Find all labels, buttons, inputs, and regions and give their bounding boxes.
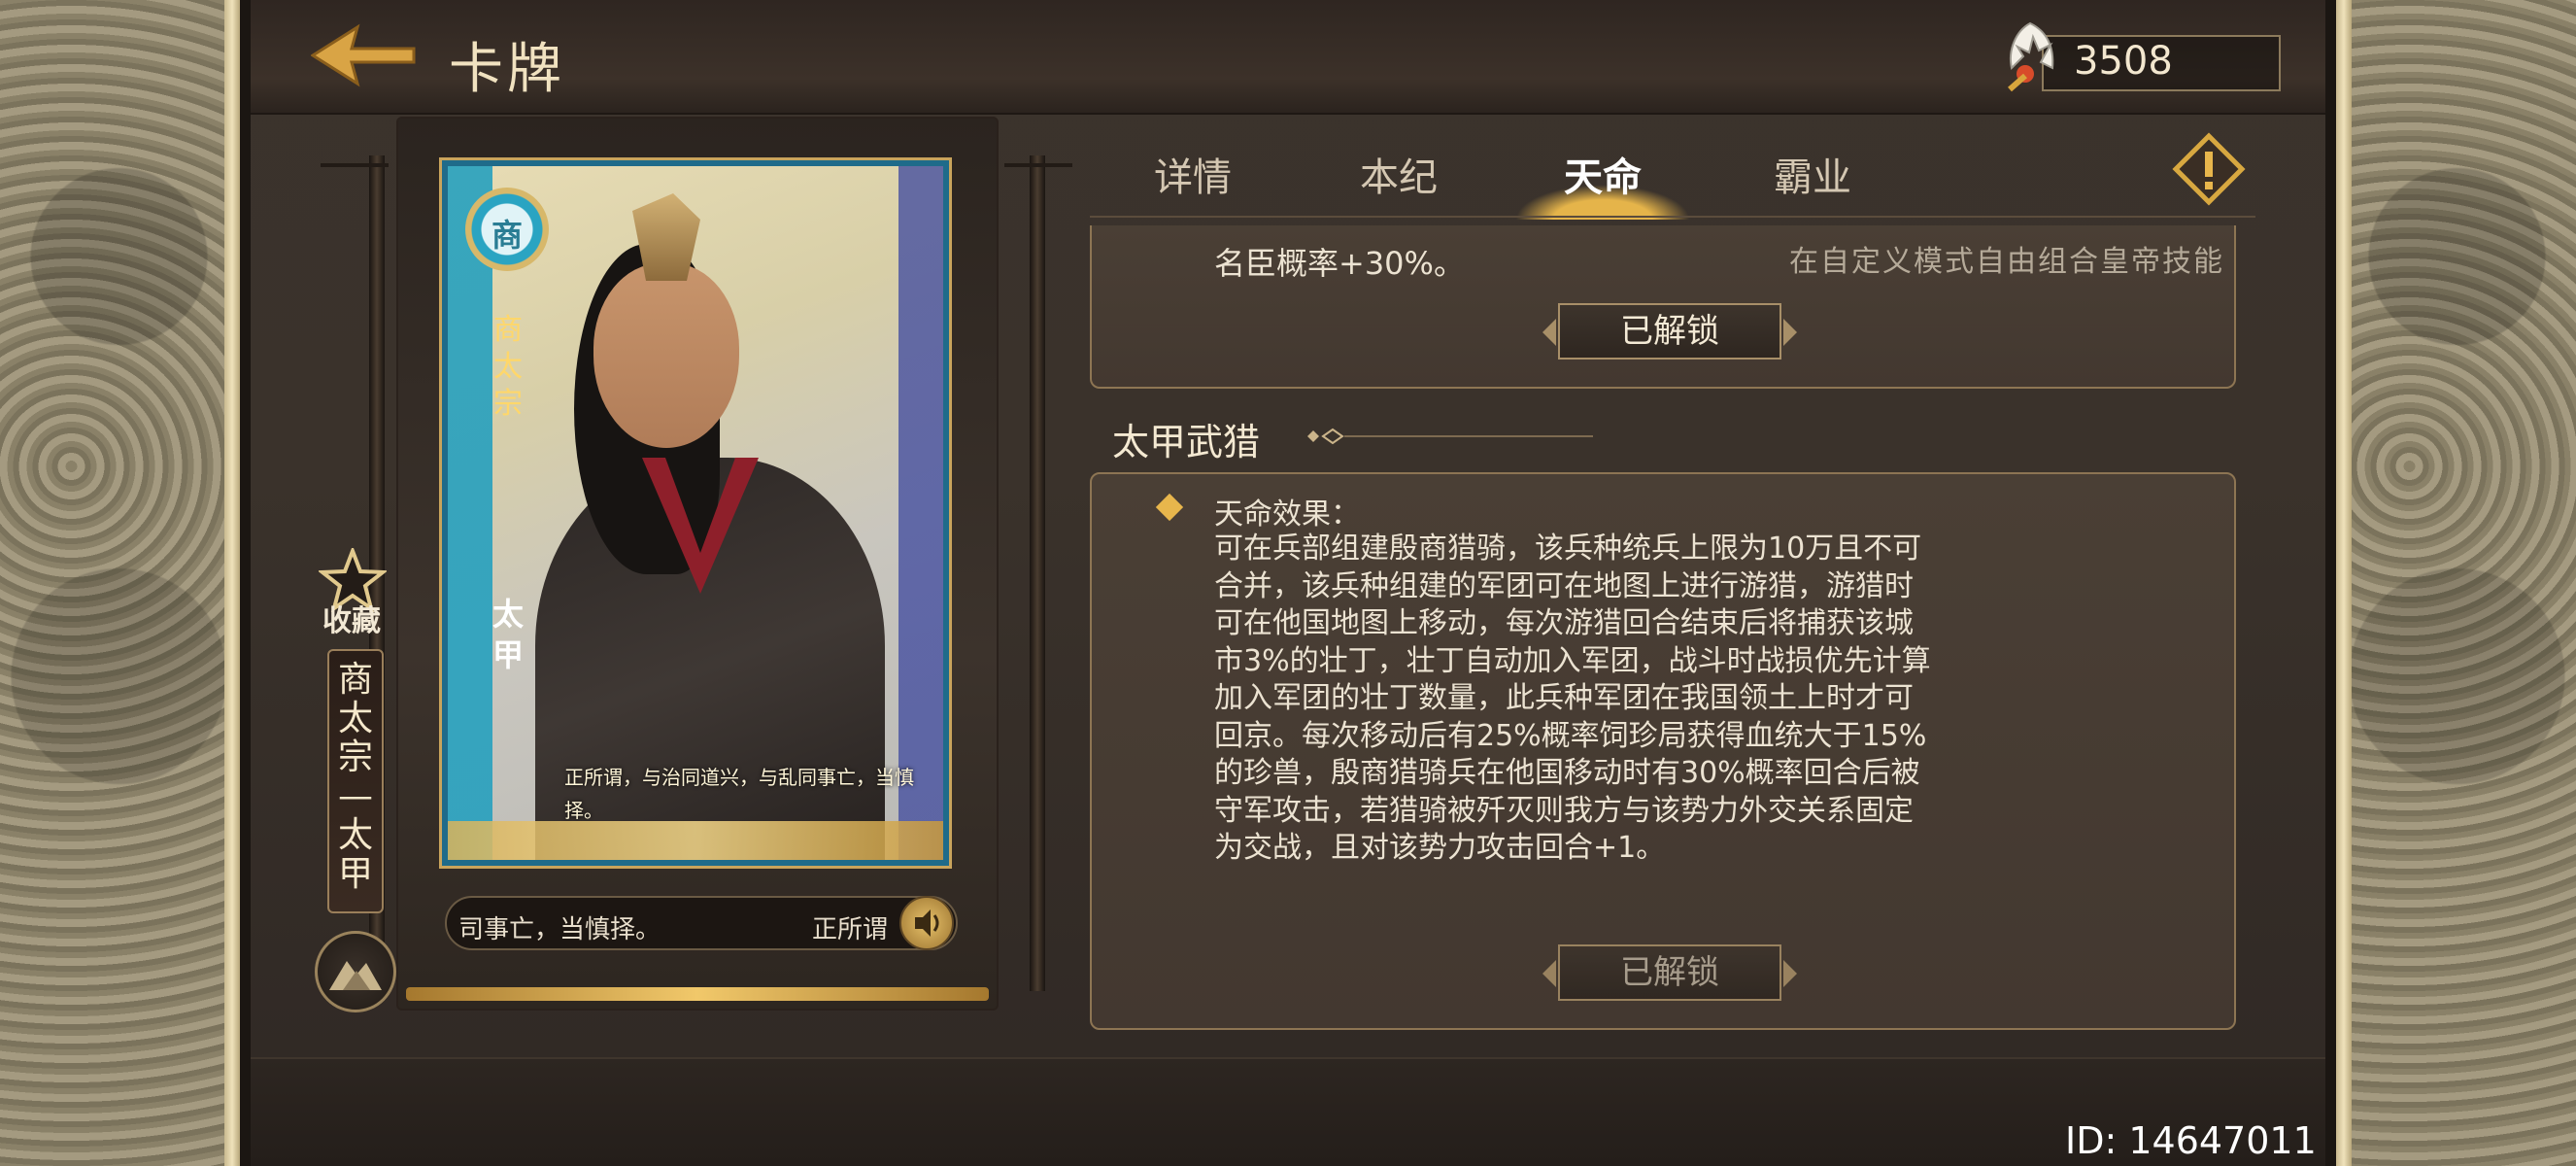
effect-label: 天命效果： (1214, 497, 1360, 532)
effect-line: 守军攻击，若猎骑被歼灭则我方与该势力外交关系固定 (1214, 793, 1914, 828)
voice-line-text: 司事亡，当慎择。 (458, 915, 661, 944)
card-gold-trim (448, 821, 943, 860)
speaker-icon[interactable] (899, 896, 954, 950)
card-art: 商 商太宗 太甲 正所谓，与治同道兴，与乱同事亡，当慎择。 (448, 166, 943, 860)
player-id: ID: 14647011 (2065, 1119, 2317, 1162)
card-progress-bar (406, 987, 989, 1001)
entry-title: 太甲武猎 (1112, 421, 1261, 463)
frame-cap-left (321, 148, 389, 167)
bottom-bar (251, 1057, 2325, 1166)
effect-line: 合并，该兵种组建的军团可在地图上进行游猎，游猎时 (1214, 568, 1914, 603)
feather-currency-icon (1996, 17, 2064, 93)
back-arrow-icon[interactable] (310, 21, 418, 89)
effect-line: 可在他国地图上移动，每次游猎回合结束后将捕获该城 (1214, 606, 1914, 640)
effect-line: 加入军团的壮丁数量，此兵种军团在我国领土上时才可 (1214, 681, 1914, 715)
previous-bonus-text: 名臣概率+30%。 (1214, 245, 1465, 282)
title-ornament (1302, 428, 1593, 445)
page-title: 卡牌 (449, 38, 565, 101)
tab-divider (1090, 216, 2255, 218)
left-ornament-panel (0, 0, 240, 1166)
tab-hegemony[interactable]: 霸业 (1774, 146, 1851, 202)
effect-line: 市3%的壮丁，壮丁自动加入军团，战斗时战损优先计算 (1214, 643, 1931, 678)
tab-annals[interactable]: 本纪 (1360, 146, 1438, 202)
card-quote: 正所谓，与治同道兴，与乱同事亡，当慎择。 (564, 766, 914, 822)
effect-line: 为交战，且对该势力攻击回合+1。 (1214, 831, 1666, 865)
frame-cap-right (1004, 148, 1072, 167)
dynasty-seal-char: 商 (491, 217, 523, 254)
favorite-label[interactable]: 收藏 (322, 597, 381, 639)
unlocked-button[interactable]: 已解锁 (1542, 944, 1797, 1001)
unlocked-button[interactable]: 已解锁 (1542, 303, 1797, 360)
frame-post-right (1030, 155, 1045, 991)
right-ornament-panel (2336, 0, 2576, 1166)
mountain-icon[interactable] (315, 931, 396, 1012)
currency-value: 3508 (2074, 39, 2173, 84)
emperor-name-text: 商太宗—太甲 (337, 660, 373, 894)
effect-description: 可在兵部组建殷商猎骑，该兵种统兵上限为10万且不可 合并，该兵种组建的军团可在地… (1214, 531, 2088, 868)
card-name-label: 太甲 (491, 596, 524, 673)
tab-details[interactable]: 详情 (1154, 146, 1232, 202)
card-dynasty-label: 商太宗 (493, 313, 523, 421)
dynasty-seal-icon: 商 (465, 188, 549, 271)
voice-line-text-tail: 正所谓 (812, 915, 889, 944)
effect-line: 回京。每次移动后有25%概率饲珍局获得血统大于15% (1214, 718, 1927, 753)
custom-mode-hint: 在自定义模式自由组合皇帝技能 (1789, 245, 2224, 279)
tab-mandate[interactable]: 天命 (1564, 146, 1642, 202)
emperor-card[interactable]: 商 商太宗 太甲 正所谓，与治同道兴，与乱同事亡，当慎择。 (439, 157, 952, 869)
emperor-name-plate: 商太宗—太甲 (327, 649, 384, 913)
effect-line: 的珍兽，殷商猎骑兵在他国移动时有30%概率回合后被 (1214, 756, 1920, 790)
effect-line: 可在兵部组建殷商猎骑，该兵种统兵上限为10万且不可 (1214, 532, 1922, 566)
warning-icon[interactable] (2172, 132, 2246, 206)
figure-face (593, 263, 739, 448)
